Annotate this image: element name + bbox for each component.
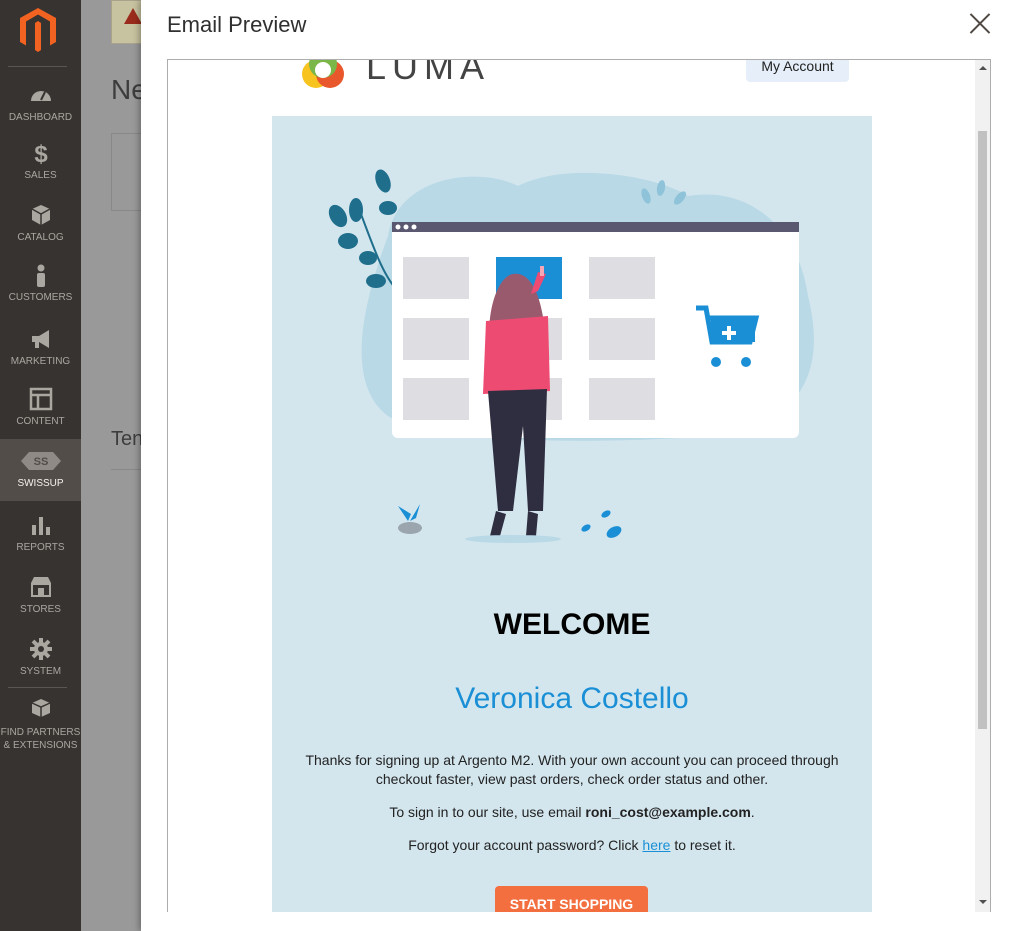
customer-name: Veronica Costello xyxy=(455,682,689,715)
reset-password-link[interactable]: here xyxy=(642,837,670,853)
scroll-up-arrow-icon[interactable] xyxy=(979,66,987,70)
forgot-suffix: to reset it. xyxy=(670,837,736,853)
sidebar-item-label: SALES xyxy=(24,170,57,181)
modal-title: Email Preview xyxy=(167,12,307,37)
swissup-icon: SS xyxy=(20,452,61,470)
svg-text:$: $ xyxy=(34,141,48,165)
sidebar-item-system[interactable]: SYSTEM xyxy=(0,637,81,699)
layout-icon xyxy=(29,387,52,411)
forgot-prefix: Forgot your account password? Click xyxy=(408,837,643,853)
sidebar-item-label: & EXTENSIONS xyxy=(3,740,78,751)
signin-suffix: . xyxy=(750,804,755,820)
box-icon xyxy=(31,205,50,225)
scroll-down-arrow-icon[interactable] xyxy=(979,900,987,904)
section-title: Ten xyxy=(111,428,144,450)
signin-email: roni_cost@example.com xyxy=(585,804,751,820)
close-icon[interactable] xyxy=(967,10,993,36)
magento-logo-icon[interactable] xyxy=(18,8,58,52)
email-preview-modal: Email Preview LUMA My Account WELCOME Ve… xyxy=(141,0,1009,931)
megaphone-icon xyxy=(31,330,49,348)
svg-text:SS: SS xyxy=(33,456,48,468)
admin-sidebar: DASHBOARD $ SALES CATALOG CUSTOMERS MARK… xyxy=(0,0,81,931)
sidebar-item-customers[interactable]: CUSTOMERS xyxy=(0,264,81,327)
sidebar-item-sales[interactable]: $ SALES xyxy=(0,141,81,203)
cubes-icon xyxy=(31,699,50,717)
sidebar-item-swissup[interactable]: SS SWISSUP xyxy=(0,439,81,501)
email-body: WELCOME Veronica Costello Thanks for sig… xyxy=(272,116,872,912)
sidebar-divider xyxy=(8,66,67,67)
email-preview-frame[interactable]: LUMA My Account WELCOME Veronica Costell… xyxy=(167,59,991,912)
sidebar-item-label: SWISSUP xyxy=(17,478,64,489)
sidebar-item-stores[interactable]: STORES xyxy=(0,575,81,637)
sidebar-item-label: STORES xyxy=(20,604,61,615)
luma-wordmark: LUMA xyxy=(366,59,491,87)
signin-text: To sign in to our site, use email roni_c… xyxy=(302,804,842,820)
email-header: LUMA My Account xyxy=(272,60,872,116)
sidebar-item-label: DASHBOARD xyxy=(8,112,73,123)
sidebar-item-marketing[interactable]: MARKETING xyxy=(0,327,81,389)
sidebar-item-catalog[interactable]: CATALOG xyxy=(0,203,81,265)
sidebar-item-label: FIND PARTNERS xyxy=(0,727,81,738)
my-account-button[interactable]: My Account xyxy=(746,60,849,82)
hero-illustration xyxy=(328,169,814,543)
sidebar-item-label: MARKETING xyxy=(10,356,71,367)
start-shopping-button[interactable]: START SHOPPING xyxy=(495,886,648,912)
store-icon xyxy=(30,577,51,597)
email-content: LUMA My Account WELCOME Veronica Costell… xyxy=(272,60,872,912)
warning-icon xyxy=(124,8,142,24)
intro-text: Thanks for signing up at Argento M2. Wit… xyxy=(305,752,839,787)
scrollbar-thumb[interactable] xyxy=(978,131,987,729)
preview-scrollbar[interactable] xyxy=(975,60,990,912)
dashboard-icon xyxy=(30,91,51,101)
dollar-icon: $ xyxy=(34,141,48,165)
sidebar-item-dashboard[interactable]: DASHBOARD xyxy=(0,79,81,141)
sidebar-item-reports[interactable]: REPORTS xyxy=(0,513,81,575)
luma-logo-icon xyxy=(302,60,344,88)
sidebar-item-label: CONTENT xyxy=(16,416,65,427)
person-icon xyxy=(36,264,45,287)
gear-icon xyxy=(29,638,52,660)
forgot-password-text: Forgot your account password? Click here… xyxy=(302,837,842,853)
sidebar-item-label: REPORTS xyxy=(16,542,65,553)
bar-chart-icon xyxy=(31,517,50,535)
signin-prefix: To sign in to our site, use email xyxy=(389,804,586,820)
sidebar-divider xyxy=(8,687,67,688)
welcome-heading: WELCOME xyxy=(493,608,651,641)
sidebar-item-label: SYSTEM xyxy=(19,666,62,677)
sidebar-item-label: CUSTOMERS xyxy=(8,292,73,303)
sidebar-item-label: CATALOG xyxy=(17,232,64,243)
sidebar-item-find-partners[interactable]: FIND PARTNERS & EXTENSIONS xyxy=(0,694,81,754)
